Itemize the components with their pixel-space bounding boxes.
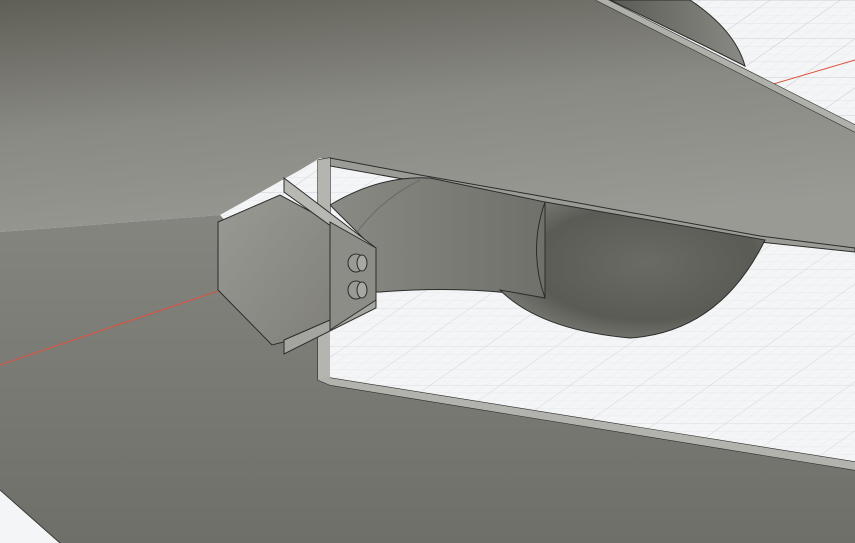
model-canvas[interactable] <box>0 0 855 543</box>
cad-3d-viewport[interactable] <box>0 0 855 543</box>
